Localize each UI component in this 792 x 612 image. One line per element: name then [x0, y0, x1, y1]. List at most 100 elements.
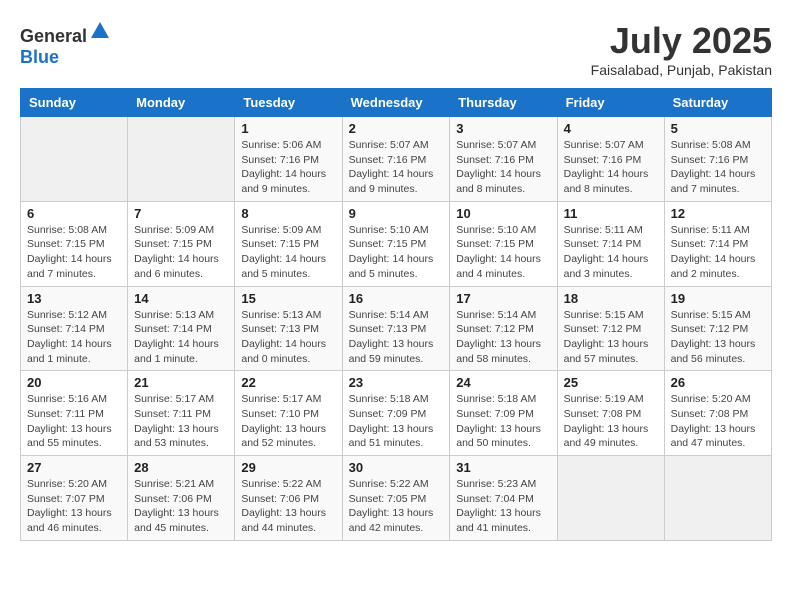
- day-info: Sunrise: 5:20 AM Sunset: 7:07 PM Dayligh…: [27, 477, 121, 536]
- day-info: Sunrise: 5:07 AM Sunset: 7:16 PM Dayligh…: [349, 138, 444, 197]
- day-info: Sunrise: 5:07 AM Sunset: 7:16 PM Dayligh…: [456, 138, 550, 197]
- day-info: Sunrise: 5:21 AM Sunset: 7:06 PM Dayligh…: [134, 477, 228, 536]
- day-info: Sunrise: 5:16 AM Sunset: 7:11 PM Dayligh…: [27, 392, 121, 451]
- day-info: Sunrise: 5:15 AM Sunset: 7:12 PM Dayligh…: [564, 308, 658, 367]
- calendar-cell: 17Sunrise: 5:14 AM Sunset: 7:12 PM Dayli…: [450, 286, 557, 371]
- day-info: Sunrise: 5:11 AM Sunset: 7:14 PM Dayligh…: [671, 223, 765, 282]
- calendar-cell: 28 Sunrise: 5:21 AM Sunset: 7:06 PM Dayli…: [128, 456, 235, 541]
- calendar-cell: [128, 117, 235, 202]
- day-number: 19: [671, 291, 765, 306]
- calendar-cell: [21, 117, 128, 202]
- logo-icon: [89, 20, 111, 42]
- day-number: 5: [671, 121, 765, 136]
- day-number: 3: [456, 121, 550, 136]
- day-number: 22: [241, 375, 335, 390]
- calendar-cell: 5 Sunrise: 5:08 AM Sunset: 7:16 PM Daylig…: [664, 117, 771, 202]
- calendar-week-5: 27 Sunrise: 5:20 AM Sunset: 7:07 PM Dayli…: [21, 456, 772, 541]
- title-block: July 2025 Faisalabad, Punjab, Pakistan: [591, 20, 772, 78]
- calendar-title: July 2025: [591, 20, 772, 62]
- day-number: 14: [134, 291, 228, 306]
- day-number: 10: [456, 206, 550, 221]
- day-info: Sunrise: 5:09 AM Sunset: 7:15 PM Dayligh…: [241, 223, 335, 282]
- calendar-week-2: 6Sunrise: 5:08 AM Sunset: 7:15 PM Daylig…: [21, 201, 772, 286]
- logo: General Blue: [20, 20, 111, 68]
- calendar-subtitle: Faisalabad, Punjab, Pakistan: [591, 62, 772, 78]
- day-info: Sunrise: 5:13 AM Sunset: 7:13 PM Dayligh…: [241, 308, 335, 367]
- header-day-friday: Friday: [557, 89, 664, 117]
- day-number: 16: [349, 291, 444, 306]
- calendar-week-1: 1 Sunrise: 5:06 AM Sunset: 7:16 PM Daylig…: [21, 117, 772, 202]
- day-number: 26: [671, 375, 765, 390]
- calendar-cell: 13Sunrise: 5:12 AM Sunset: 7:14 PM Dayli…: [21, 286, 128, 371]
- calendar-cell: [664, 456, 771, 541]
- day-number: 27: [27, 460, 121, 475]
- calendar-cell: 27 Sunrise: 5:20 AM Sunset: 7:07 PM Dayli…: [21, 456, 128, 541]
- calendar-week-4: 20 Sunrise: 5:16 AM Sunset: 7:11 PM Dayli…: [21, 371, 772, 456]
- page-header: General Blue July 2025 Faisalabad, Punja…: [20, 20, 772, 78]
- calendar-table: SundayMondayTuesdayWednesdayThursdayFrid…: [20, 88, 772, 541]
- calendar-cell: 14Sunrise: 5:13 AM Sunset: 7:14 PM Dayli…: [128, 286, 235, 371]
- day-number: 1: [241, 121, 335, 136]
- day-info: Sunrise: 5:12 AM Sunset: 7:14 PM Dayligh…: [27, 308, 121, 367]
- day-info: Sunrise: 5:14 AM Sunset: 7:12 PM Dayligh…: [456, 308, 550, 367]
- day-number: 18: [564, 291, 658, 306]
- logo-blue: Blue: [20, 47, 59, 67]
- day-info: Sunrise: 5:22 AM Sunset: 7:05 PM Dayligh…: [349, 477, 444, 536]
- day-info: Sunrise: 5:09 AM Sunset: 7:15 PM Dayligh…: [134, 223, 228, 282]
- calendar-cell: 4Sunrise: 5:07 AM Sunset: 7:16 PM Daylig…: [557, 117, 664, 202]
- header-day-sunday: Sunday: [21, 89, 128, 117]
- day-info: Sunrise: 5:18 AM Sunset: 7:09 PM Dayligh…: [349, 392, 444, 451]
- calendar-cell: 6Sunrise: 5:08 AM Sunset: 7:15 PM Daylig…: [21, 201, 128, 286]
- calendar-cell: 20 Sunrise: 5:16 AM Sunset: 7:11 PM Dayli…: [21, 371, 128, 456]
- day-info: Sunrise: 5:06 AM Sunset: 7:16 PM Dayligh…: [241, 138, 335, 197]
- day-number: 20: [27, 375, 121, 390]
- calendar-cell: 11Sunrise: 5:11 AM Sunset: 7:14 PM Dayli…: [557, 201, 664, 286]
- calendar-cell: 2Sunrise: 5:07 AM Sunset: 7:16 PM Daylig…: [342, 117, 450, 202]
- day-info: Sunrise: 5:08 AM Sunset: 7:16 PM Dayligh…: [671, 138, 765, 197]
- day-number: 6: [27, 206, 121, 221]
- header-day-tuesday: Tuesday: [235, 89, 342, 117]
- header-day-thursday: Thursday: [450, 89, 557, 117]
- day-info: Sunrise: 5:22 AM Sunset: 7:06 PM Dayligh…: [241, 477, 335, 536]
- day-number: 23: [349, 375, 444, 390]
- day-number: 29: [241, 460, 335, 475]
- calendar-cell: 10Sunrise: 5:10 AM Sunset: 7:15 PM Dayli…: [450, 201, 557, 286]
- day-number: 9: [349, 206, 444, 221]
- day-number: 25: [564, 375, 658, 390]
- calendar-cell: 15Sunrise: 5:13 AM Sunset: 7:13 PM Dayli…: [235, 286, 342, 371]
- header-day-wednesday: Wednesday: [342, 89, 450, 117]
- day-number: 30: [349, 460, 444, 475]
- calendar-cell: 22 Sunrise: 5:17 AM Sunset: 7:10 PM Dayli…: [235, 371, 342, 456]
- day-number: 11: [564, 206, 658, 221]
- calendar-cell: 23 Sunrise: 5:18 AM Sunset: 7:09 PM Dayli…: [342, 371, 450, 456]
- calendar-cell: [557, 456, 664, 541]
- calendar-cell: 12 Sunrise: 5:11 AM Sunset: 7:14 PM Dayli…: [664, 201, 771, 286]
- day-info: Sunrise: 5:17 AM Sunset: 7:11 PM Dayligh…: [134, 392, 228, 451]
- day-info: Sunrise: 5:23 AM Sunset: 7:04 PM Dayligh…: [456, 477, 550, 536]
- calendar-cell: 26 Sunrise: 5:20 AM Sunset: 7:08 PM Dayli…: [664, 371, 771, 456]
- calendar-body: 1 Sunrise: 5:06 AM Sunset: 7:16 PM Daylig…: [21, 117, 772, 541]
- day-number: 28: [134, 460, 228, 475]
- calendar-cell: 7 Sunrise: 5:09 AM Sunset: 7:15 PM Daylig…: [128, 201, 235, 286]
- day-number: 12: [671, 206, 765, 221]
- calendar-week-3: 13Sunrise: 5:12 AM Sunset: 7:14 PM Dayli…: [21, 286, 772, 371]
- header-day-monday: Monday: [128, 89, 235, 117]
- day-number: 7: [134, 206, 228, 221]
- calendar-cell: 29 Sunrise: 5:22 AM Sunset: 7:06 PM Dayli…: [235, 456, 342, 541]
- logo-general: General: [20, 26, 87, 46]
- day-info: Sunrise: 5:20 AM Sunset: 7:08 PM Dayligh…: [671, 392, 765, 451]
- calendar-cell: 1 Sunrise: 5:06 AM Sunset: 7:16 PM Daylig…: [235, 117, 342, 202]
- calendar-cell: 24Sunrise: 5:18 AM Sunset: 7:09 PM Dayli…: [450, 371, 557, 456]
- day-info: Sunrise: 5:14 AM Sunset: 7:13 PM Dayligh…: [349, 308, 444, 367]
- calendar-cell: 30 Sunrise: 5:22 AM Sunset: 7:05 PM Dayli…: [342, 456, 450, 541]
- calendar-cell: 3 Sunrise: 5:07 AM Sunset: 7:16 PM Daylig…: [450, 117, 557, 202]
- day-info: Sunrise: 5:15 AM Sunset: 7:12 PM Dayligh…: [671, 308, 765, 367]
- calendar-cell: 9Sunrise: 5:10 AM Sunset: 7:15 PM Daylig…: [342, 201, 450, 286]
- calendar-header-row: SundayMondayTuesdayWednesdayThursdayFrid…: [21, 89, 772, 117]
- calendar-cell: 8Sunrise: 5:09 AM Sunset: 7:15 PM Daylig…: [235, 201, 342, 286]
- day-info: Sunrise: 5:19 AM Sunset: 7:08 PM Dayligh…: [564, 392, 658, 451]
- calendar-cell: 18 Sunrise: 5:15 AM Sunset: 7:12 PM Dayli…: [557, 286, 664, 371]
- calendar-cell: 25 Sunrise: 5:19 AM Sunset: 7:08 PM Dayli…: [557, 371, 664, 456]
- day-number: 24: [456, 375, 550, 390]
- day-info: Sunrise: 5:17 AM Sunset: 7:10 PM Dayligh…: [241, 392, 335, 451]
